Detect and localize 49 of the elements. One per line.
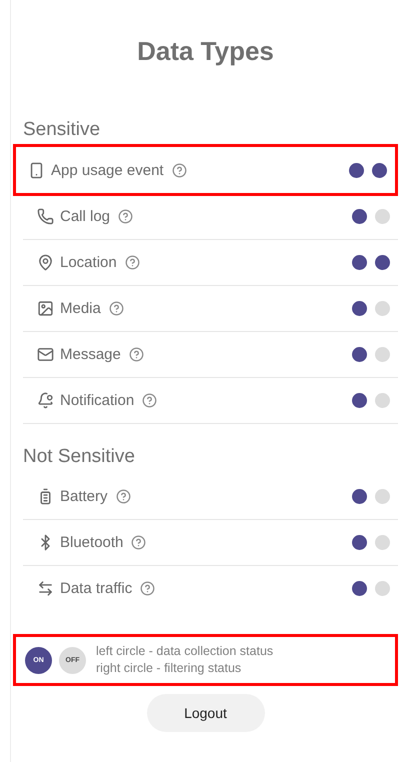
collection-status-dot[interactable] [349,162,364,178]
arrows-icon [37,580,54,597]
bell-icon [37,392,54,409]
data-type-label: App usage event [51,162,164,178]
data-type-label: Media [60,300,101,317]
phone-icon [37,208,54,225]
filtering-status-dot[interactable] [375,393,390,408]
data-type-label: Notification [60,392,134,409]
collection-status-dot[interactable] [352,489,367,504]
collection-status-dot[interactable] [352,581,367,596]
data-type-label: Location [60,254,117,271]
filtering-status-dot[interactable] [375,209,390,224]
filtering-status-dot[interactable] [372,162,387,178]
help-icon[interactable] [142,393,158,408]
collection-status-dot[interactable] [352,301,367,316]
section-heading: Sensitive [23,119,100,141]
collection-status-dot[interactable] [352,535,367,550]
help-icon[interactable] [140,581,156,596]
collection-status-dot[interactable] [352,255,367,270]
help-icon[interactable] [118,209,134,224]
filtering-status-dot[interactable] [375,347,390,362]
envelope-icon [37,346,54,363]
data-type-label: Battery [60,488,108,505]
help-icon[interactable] [124,255,140,270]
help-icon[interactable] [108,301,124,316]
data-type-label: Message [60,346,121,363]
help-icon[interactable] [172,162,187,178]
filtering-status-dot[interactable] [375,489,390,504]
filtering-status-dot[interactable] [375,301,390,316]
filtering-status-dot[interactable] [375,581,390,596]
legend-text: right circle - filtering status [96,660,242,677]
help-icon[interactable] [128,347,144,362]
legend-text: left circle - data collection status [96,643,274,660]
data-type-label: Data traffic [60,580,132,597]
data-type-label: Call log [60,208,110,225]
image-icon [37,300,54,317]
logout-button[interactable]: Logout [146,694,264,732]
data-type-label: Bluetooth [60,534,124,551]
filtering-status-dot[interactable] [375,255,390,270]
help-icon[interactable] [131,535,146,550]
collection-status-dot[interactable] [352,347,367,362]
collection-status-dot[interactable] [352,209,367,224]
map-pin-icon [37,254,54,271]
section-heading: Not Sensitive [23,446,135,468]
help-icon[interactable] [116,489,131,504]
filtering-status-dot[interactable] [375,535,390,550]
page-title: Data Types [137,36,274,67]
smartphone-icon [28,162,45,178]
collection-status-dot[interactable] [352,393,367,408]
